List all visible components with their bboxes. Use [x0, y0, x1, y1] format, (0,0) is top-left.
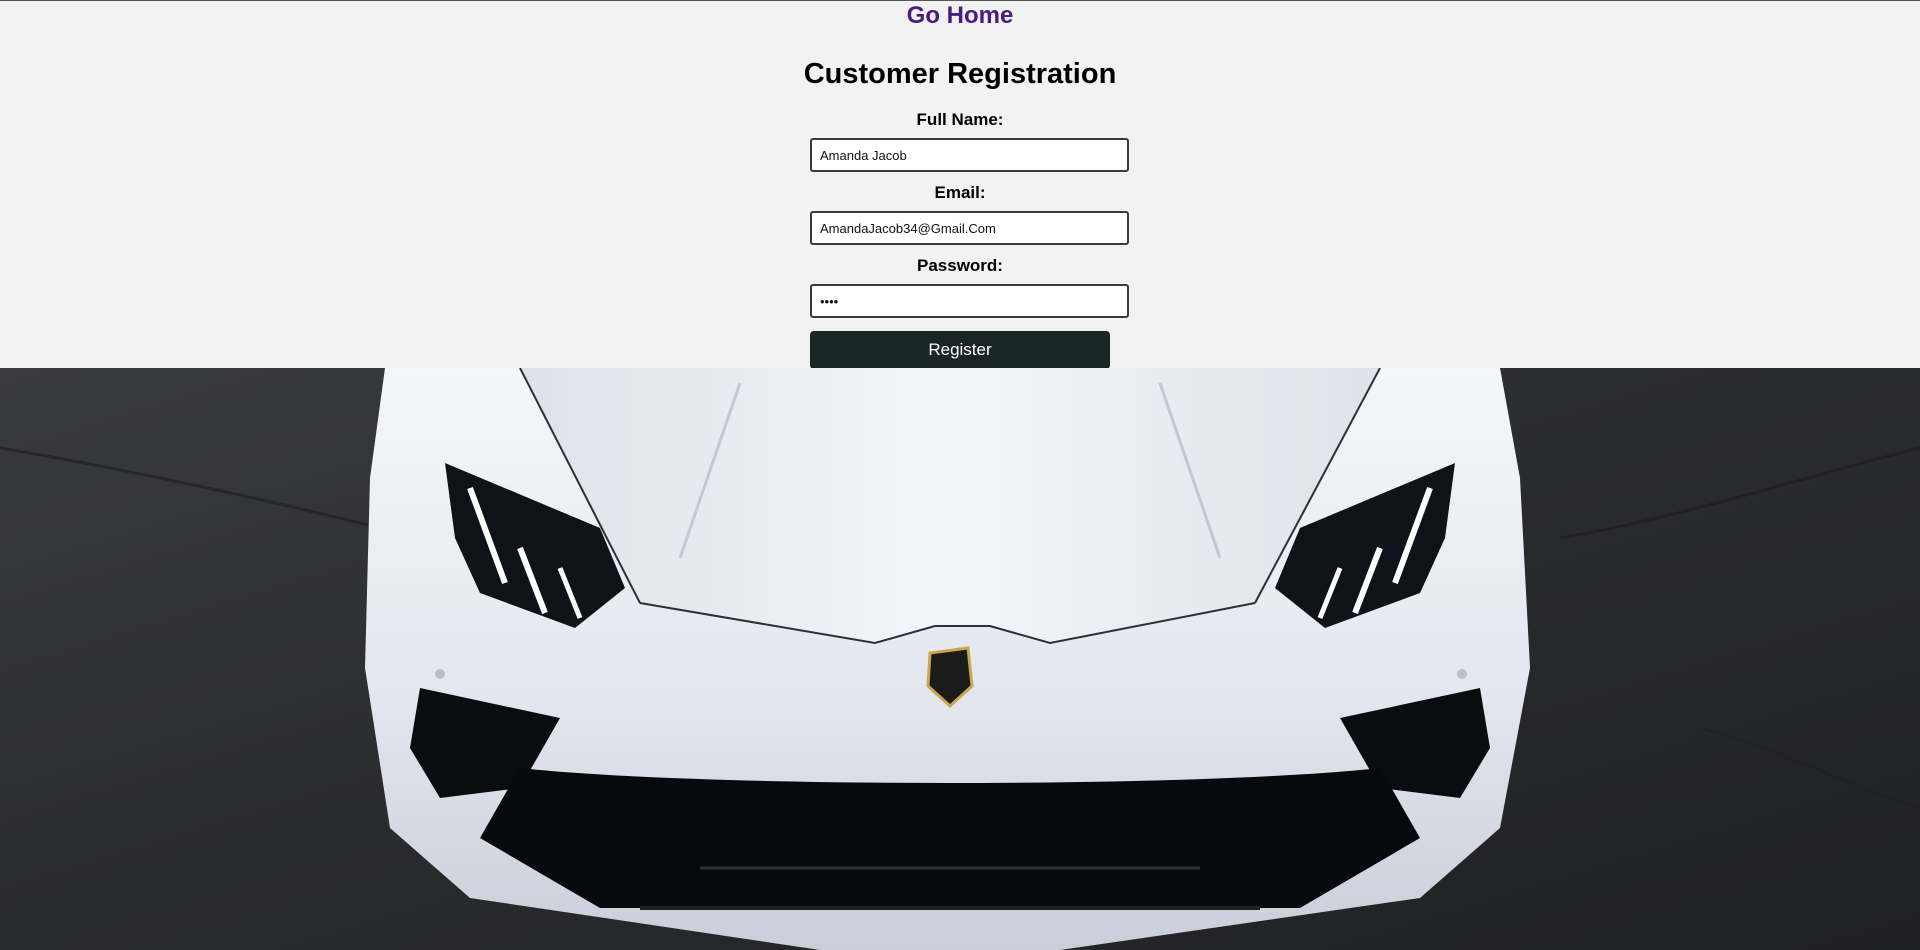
go-home-container: Go Home: [0, 2, 1920, 30]
email-label: Email:: [934, 183, 986, 202]
full-name-input[interactable]: [810, 138, 1129, 172]
register-button[interactable]: Register: [810, 331, 1110, 369]
hero-car-image: [0, 368, 1920, 950]
full-name-label: Full Name:: [916, 110, 1004, 129]
email-input[interactable]: [810, 211, 1129, 245]
go-home-link[interactable]: Go Home: [907, 2, 1014, 29]
registration-section: Go Home Customer Registration Full Name:…: [0, 0, 1920, 369]
password-label: Password:: [917, 256, 1003, 275]
page-title: Customer Registration: [803, 58, 1117, 90]
password-input[interactable]: [810, 284, 1129, 318]
car-illustration: [0, 368, 1920, 950]
